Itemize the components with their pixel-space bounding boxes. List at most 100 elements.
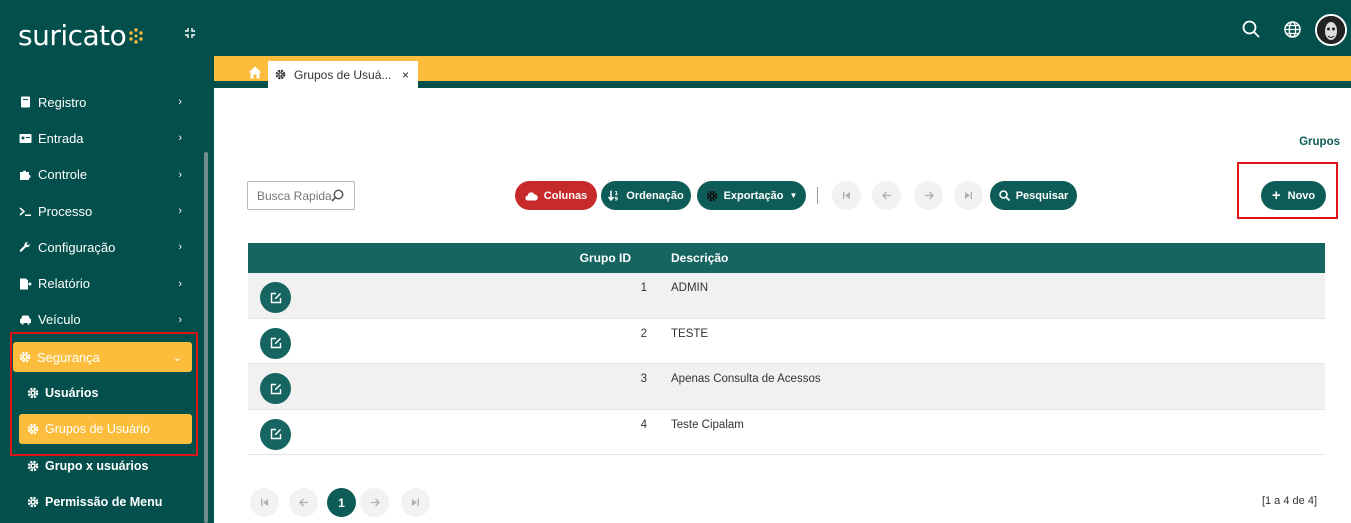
pesquisar-label: Pesquisar [1015, 189, 1069, 202]
search-placeholder: Busca Rapida [257, 188, 332, 203]
sidebar: suricato Registro › Entrada › Controle › [0, 0, 214, 523]
quick-search-input[interactable]: Busca Rapida [247, 181, 355, 210]
exportacao-dropdown[interactable]: Exportação ▼ [697, 181, 806, 210]
edit-icon[interactable] [260, 418, 291, 450]
gear-icon [27, 460, 39, 472]
edit-icon[interactable] [260, 282, 291, 313]
edit-icon[interactable] [260, 373, 291, 405]
plus-icon: + [1271, 187, 1281, 204]
groups-table: Grupo ID Descrição 1 ADMIN 2 TESTE 3 Ape… [248, 243, 1325, 456]
cell-descricao: ADMIN [671, 282, 709, 294]
tab-bar: Grupos de Usuá... × [214, 56, 1351, 88]
novo-label: Novo [1287, 189, 1316, 202]
collapse-sidebar-icon[interactable] [180, 24, 200, 42]
search-icon [998, 190, 1010, 201]
wrench-icon [18, 240, 32, 254]
car-icon [18, 313, 32, 327]
sidebar-item-label: Controle [38, 167, 88, 183]
first-page-icon[interactable] [250, 488, 279, 517]
cell-grupo-id: 3 [640, 373, 647, 386]
ordenacao-button[interactable]: 19 Ordenação [601, 181, 691, 210]
sidebar-item-label: Segurança [37, 349, 100, 365]
cell-descricao: TESTE [671, 327, 709, 340]
ordenacao-label: Ordenação [626, 189, 684, 202]
gear-icon [27, 496, 39, 508]
colunas-button[interactable]: Colunas [515, 181, 597, 210]
terminal-icon [18, 204, 32, 218]
exportacao-label: Exportação [723, 189, 784, 202]
chevron-right-icon: › [178, 313, 182, 326]
user-avatar[interactable] [1315, 14, 1347, 46]
column-header-grupo-id[interactable]: Grupo ID [580, 251, 631, 265]
sidebar-item-configuracao[interactable]: Configuração › [0, 229, 200, 265]
sidebar-scrollbar[interactable] [204, 152, 208, 523]
sidebar-item-entrada[interactable]: Entrada › [0, 120, 200, 156]
chevron-right-icon: › [178, 96, 182, 109]
sidebar-menu: Registro › Entrada › Controle › Processo… [0, 84, 200, 338]
search-icon[interactable] [1241, 19, 1261, 39]
sidebar-item-controle[interactable]: Controle › [0, 157, 200, 193]
cloud-icon [525, 191, 538, 201]
sort-icon: 19 [608, 190, 620, 201]
suricato-logo[interactable]: suricato [18, 18, 144, 52]
close-tab-icon[interactable]: × [402, 68, 409, 82]
page-breadcrumb: Grupos [1299, 136, 1340, 148]
cell-descricao: Teste Cipalam [671, 418, 744, 431]
sidebar-item-label: Configuração [38, 239, 116, 255]
edit-icon[interactable] [260, 327, 291, 359]
cell-grupo-id: 2 [640, 327, 647, 340]
table-row: 3 Apenas Consulta de Acessos [248, 364, 1325, 410]
sidebar-subitem-usuarios[interactable]: Usuários [19, 378, 192, 408]
chevron-right-icon: › [178, 168, 182, 181]
sidebar-item-label: Entrada [38, 130, 84, 146]
sidebar-subitem-grupos-de-usuario[interactable]: Grupos de Usuário [19, 414, 192, 444]
svg-text:9: 9 [615, 197, 619, 202]
cell-descricao: Apenas Consulta de Acessos [671, 373, 821, 386]
pagination-info: [1 a 4 de 4] [1261, 495, 1317, 507]
novo-button[interactable]: + Novo [1261, 181, 1326, 210]
chevron-right-icon: › [178, 132, 182, 145]
sidebar-item-label: Processo [38, 203, 93, 219]
page-number-button[interactable]: 1 [327, 488, 356, 517]
chevron-right-icon: › [178, 277, 182, 290]
sidebar-subitem-permissao-de-menu[interactable]: Permissão de Menu [19, 487, 192, 517]
next-page-icon[interactable] [360, 488, 389, 517]
search-icon[interactable] [331, 189, 344, 202]
book-icon [18, 95, 32, 109]
sidebar-item-relatorio[interactable]: Relatório › [0, 265, 200, 301]
table-header: Grupo ID Descrição [248, 243, 1325, 273]
cell-grupo-id: 1 [640, 282, 647, 294]
gear-icon [27, 423, 39, 435]
sidebar-item-processo[interactable]: Processo › [0, 193, 200, 229]
next-page-icon[interactable] [914, 181, 943, 210]
sidebar-item-label: Relatório [38, 276, 91, 292]
tab-label: Grupos de Usuá... [294, 67, 392, 82]
colunas-label: Colunas [543, 189, 588, 202]
cell-grupo-id: 4 [640, 418, 647, 431]
sidebar-item-label: Veículo [38, 312, 81, 328]
last-page-icon[interactable] [401, 488, 430, 517]
top-bar [214, 0, 1351, 56]
caret-down-icon: ▼ [789, 191, 798, 200]
file-export-icon [18, 277, 32, 291]
column-header-descricao[interactable]: Descrição [671, 251, 728, 265]
sidebar-item-registro[interactable]: Registro › [0, 84, 200, 120]
tab-grupos-de-usuario[interactable]: Grupos de Usuá... × [268, 61, 418, 88]
previous-page-icon[interactable] [289, 488, 318, 517]
id-card-icon [18, 131, 32, 145]
logo-text: suricato [18, 18, 127, 52]
first-page-icon[interactable] [832, 181, 861, 210]
sidebar-subitem-label: Permissão de Menu [45, 495, 163, 509]
previous-page-icon[interactable] [872, 181, 901, 210]
pesquisar-button[interactable]: Pesquisar [990, 181, 1077, 210]
gear-icon [27, 387, 39, 399]
sidebar-item-seguranca[interactable]: Segurança ⌄ [13, 342, 192, 372]
sidebar-subitem-label: Usuários [45, 386, 99, 400]
last-page-icon[interactable] [954, 181, 983, 210]
globe-icon[interactable] [1282, 19, 1302, 39]
chevron-right-icon: › [178, 241, 182, 254]
chevron-right-icon: › [178, 205, 182, 218]
home-icon[interactable] [248, 66, 262, 80]
sidebar-subitem-grupo-x-usuarios[interactable]: Grupo x usuários [19, 451, 192, 481]
table-row: 4 Teste Cipalam [248, 410, 1325, 456]
